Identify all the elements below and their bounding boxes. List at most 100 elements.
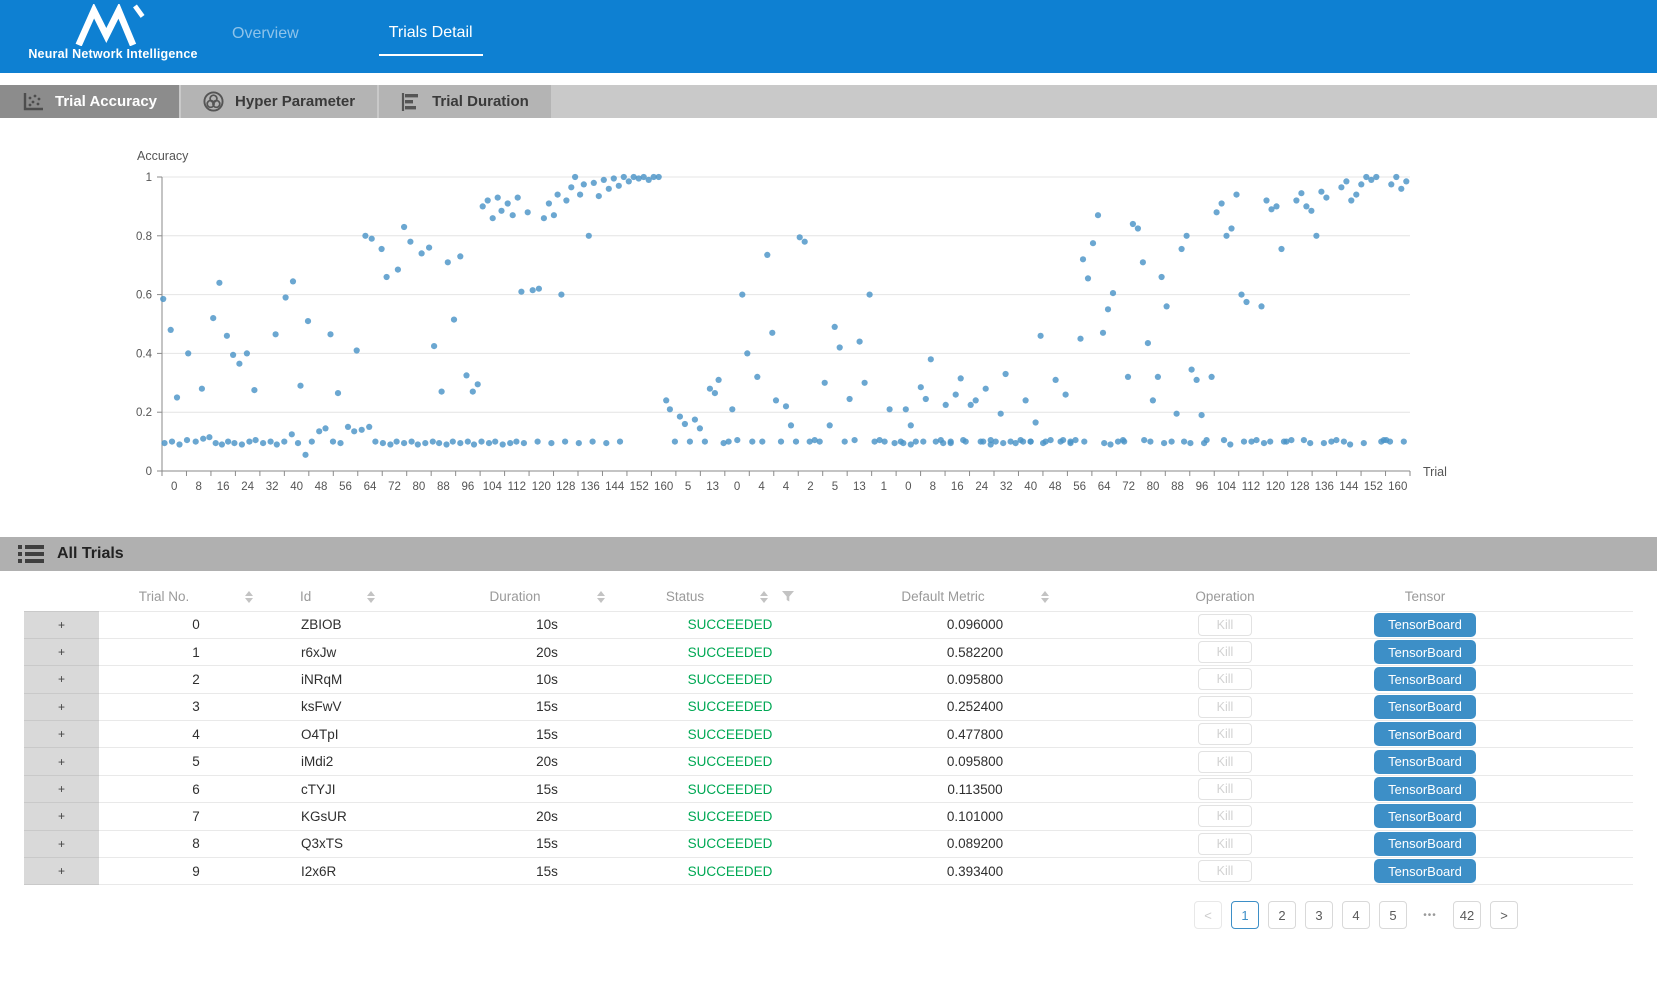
tab-label: Trial Duration [432,93,529,110]
trial-no-cell: 6 [99,775,293,802]
nav-tab-trials-detail[interactable]: Trials Detail [379,18,483,56]
tensorboard-button[interactable]: TensorBoard [1374,750,1476,774]
tensor-cell: TensorBoard [1330,858,1520,885]
kill-button[interactable]: Kill [1198,860,1252,882]
trial-id-cell: ksFwV [293,693,464,720]
pagination-prev-button[interactable]: < [1194,901,1222,929]
operation-cell: Kill [1120,803,1330,830]
kill-button[interactable]: Kill [1198,805,1252,827]
svg-text:152: 152 [1364,481,1383,493]
sort-icon[interactable] [760,591,768,603]
filter-icon[interactable] [782,591,794,602]
kill-button[interactable]: Kill [1198,778,1252,800]
svg-text:0: 0 [171,481,177,493]
svg-text:48: 48 [315,481,328,493]
svg-text:1: 1 [146,172,152,184]
operation-cell: Kill [1120,721,1330,748]
svg-text:120: 120 [1266,481,1285,493]
pagination-page-4[interactable]: 4 [1342,901,1370,929]
svg-text:5: 5 [832,481,838,493]
all-trials-header-bar: All Trials [0,537,1657,571]
duration-cell: 10s [464,666,630,693]
brand-text: Neural Network Intelligence [28,47,198,61]
default-metric-cell: 0.095800 [830,748,1120,775]
tab-trial-duration[interactable]: Trial Duration [379,85,551,118]
table-row: +3ksFwV15sSUCCEEDED0.252400KillTensorBoa… [24,693,1633,720]
tensorboard-button[interactable]: TensorBoard [1374,667,1476,691]
tensorboard-button[interactable]: TensorBoard [1374,859,1476,883]
pagination-page-3[interactable]: 3 [1305,901,1333,929]
pagination-page-2[interactable]: 2 [1268,901,1296,929]
svg-text:Accuracy: Accuracy [137,149,189,163]
row-expander-button[interactable]: + [24,858,99,885]
kill-button[interactable]: Kill [1198,668,1252,690]
svg-text:56: 56 [1073,481,1086,493]
row-expander-button[interactable]: + [24,830,99,857]
pagination-next-button[interactable]: > [1490,901,1518,929]
tab-hyper-parameter[interactable]: Hyper Parameter [181,85,377,118]
tensorboard-button[interactable]: TensorBoard [1374,777,1476,801]
tensorboard-button[interactable]: TensorBoard [1374,722,1476,746]
table-row: +4O4TpI15sSUCCEEDED0.477800KillTensorBoa… [24,721,1633,748]
duration-cell: 15s [464,858,630,885]
column-filler [1520,583,1633,611]
svg-text:4: 4 [783,481,790,493]
column-id[interactable]: Id [293,583,464,611]
sort-icon[interactable] [245,591,253,603]
pagination-page-5[interactable]: 5 [1379,901,1407,929]
kill-button[interactable]: Kill [1198,751,1252,773]
svg-text:Trial: Trial [1423,465,1447,479]
column-status[interactable]: Status [630,583,830,611]
default-metric-cell: 0.096000 [830,611,1120,638]
svg-text:40: 40 [290,481,303,493]
default-metric-cell: 0.582200 [830,638,1120,665]
row-expander-button[interactable]: + [24,611,99,638]
sort-icon[interactable] [367,591,375,603]
pagination-page-42[interactable]: 42 [1453,901,1481,929]
table-row: +9I2x6R15sSUCCEEDED0.393400KillTensorBoa… [24,858,1633,885]
column-trial-no[interactable]: Trial No. [99,583,293,611]
column-tensor: Tensor [1330,583,1520,611]
kill-button[interactable]: Kill [1198,833,1252,855]
default-metric-cell: 0.101000 [830,803,1120,830]
kill-button[interactable]: Kill [1198,696,1252,718]
row-expander-button[interactable]: + [24,693,99,720]
row-expander-button[interactable]: + [24,803,99,830]
pagination-page-1[interactable]: 1 [1231,901,1259,929]
nav-tab-overview[interactable]: Overview [222,19,309,55]
kill-button[interactable]: Kill [1198,723,1252,745]
sort-icon[interactable] [597,591,605,603]
tab-trial-accuracy[interactable]: Trial Accuracy [0,85,179,118]
filler-cell [1520,666,1633,693]
tensorboard-button[interactable]: TensorBoard [1374,804,1476,828]
column-default-metric[interactable]: Default Metric [830,583,1120,611]
expander-header [24,583,99,611]
operation-cell: Kill [1120,693,1330,720]
row-expander-button[interactable]: + [24,721,99,748]
column-duration[interactable]: Duration [464,583,630,611]
row-expander-button[interactable]: + [24,748,99,775]
duration-cell: 15s [464,721,630,748]
svg-text:160: 160 [654,481,673,493]
tensorboard-button[interactable]: TensorBoard [1374,832,1476,856]
hyper-parameter-icon [203,91,224,112]
filler-cell [1520,693,1633,720]
svg-text:144: 144 [605,481,625,493]
status-cell: SUCCEEDED [630,721,830,748]
tensorboard-button[interactable]: TensorBoard [1374,695,1476,719]
kill-button[interactable]: Kill [1198,641,1252,663]
svg-text:13: 13 [853,481,866,493]
tensorboard-button[interactable]: TensorBoard [1374,613,1476,637]
svg-text:0.4: 0.4 [136,348,153,360]
pagination-ellipsis[interactable]: ••• [1416,901,1444,929]
table-row: +7KGsUR20sSUCCEEDED0.101000KillTensorBoa… [24,803,1633,830]
row-expander-button[interactable]: + [24,638,99,665]
status-cell: SUCCEEDED [630,858,830,885]
row-expander-button[interactable]: + [24,775,99,802]
svg-text:144: 144 [1339,481,1359,493]
row-expander-button[interactable]: + [24,666,99,693]
trial-no-cell: 0 [99,611,293,638]
tensorboard-button[interactable]: TensorBoard [1374,640,1476,664]
kill-button[interactable]: Kill [1198,614,1252,636]
sort-icon[interactable] [1041,591,1049,603]
